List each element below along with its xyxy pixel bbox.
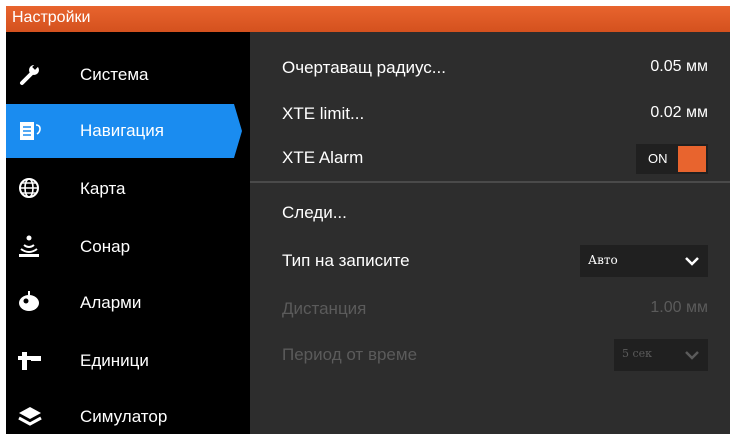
settings-panel: Очертаващ радиус... 0.05 мм XTE limit...… xyxy=(250,32,730,434)
record-type-dropdown[interactable]: Авто xyxy=(580,245,708,277)
sidebar-item-simulator[interactable]: Симулатор xyxy=(6,390,242,434)
chevron-down-icon xyxy=(685,351,699,360)
sidebar-item-system[interactable]: Система xyxy=(6,48,242,102)
xte-alarm-label: XTE Alarm xyxy=(282,148,364,167)
alarm-icon xyxy=(19,291,39,311)
record-type-value: Авто xyxy=(588,253,618,267)
record-type-label: Тип на записите xyxy=(282,251,410,270)
sidebar-item-navigation[interactable]: Навигация xyxy=(6,104,242,158)
sidebar-item-label: Навигация xyxy=(80,121,164,140)
distance-row: Дистанция 1.00 мм xyxy=(250,286,730,332)
time-period-value: 5 сек xyxy=(622,347,653,360)
sonar-icon xyxy=(19,235,39,257)
sidebar-item-chart[interactable]: Карта xyxy=(6,162,242,216)
globe-icon xyxy=(19,178,39,198)
toggle-knob xyxy=(678,146,706,172)
wrench-icon xyxy=(20,63,39,85)
sidebar-item-label: Аларми xyxy=(80,293,142,312)
section-divider xyxy=(250,181,730,183)
title-bar: Настройки xyxy=(6,6,730,32)
trails-row[interactable]: Следи... xyxy=(250,190,730,236)
xte-alarm-row: XTE Alarm ON xyxy=(250,135,730,181)
arrival-radius-row[interactable]: Очертаващ радиус... 0.05 мм xyxy=(250,45,730,91)
trails-label: Следи... xyxy=(282,203,347,222)
sidebar-item-label: Сонар xyxy=(80,237,131,256)
sidebar-item-label: Система xyxy=(80,65,149,84)
time-period-label: Период от време xyxy=(282,345,418,364)
time-period-row: Период от време 5 сек xyxy=(250,332,730,378)
distance-value: 1.00 мм xyxy=(650,299,708,316)
sidebar-item-label: Единици xyxy=(80,351,149,370)
xte-limit-label: XTE limit... xyxy=(282,104,365,123)
record-type-row: Тип на записите Авто xyxy=(250,238,730,284)
sidebar-item-label: Карта xyxy=(80,179,126,198)
xte-alarm-toggle[interactable]: ON xyxy=(636,144,708,174)
sidebar-item-alarms[interactable]: Аларми xyxy=(6,276,242,330)
xte-limit-row[interactable]: XTE limit... 0.02 мм xyxy=(250,91,730,137)
distance-label: Дистанция xyxy=(282,299,367,318)
chevron-down-icon xyxy=(685,257,699,266)
sidebar-item-label: Симулатор xyxy=(80,407,168,426)
sidebar-item-units[interactable]: Единици xyxy=(6,334,242,388)
arrival-radius-value: 0.05 мм xyxy=(650,58,708,75)
layers-icon xyxy=(18,407,42,426)
sidebar: Система Навигация Карта Сонар Аларми Еди… xyxy=(6,32,250,434)
settings-window: Настройки Система Навигация Карта Сонар … xyxy=(6,6,730,434)
arrival-radius-label: Очертаващ радиус... xyxy=(282,58,446,77)
toggle-state-text: ON xyxy=(648,151,668,166)
units-icon xyxy=(18,352,41,370)
window-title: Настройки xyxy=(12,9,91,26)
xte-limit-value: 0.02 мм xyxy=(650,104,708,121)
sidebar-item-sonar[interactable]: Сонар xyxy=(6,220,242,274)
navigation-document-icon xyxy=(20,122,41,140)
time-period-dropdown: 5 сек xyxy=(614,339,708,371)
